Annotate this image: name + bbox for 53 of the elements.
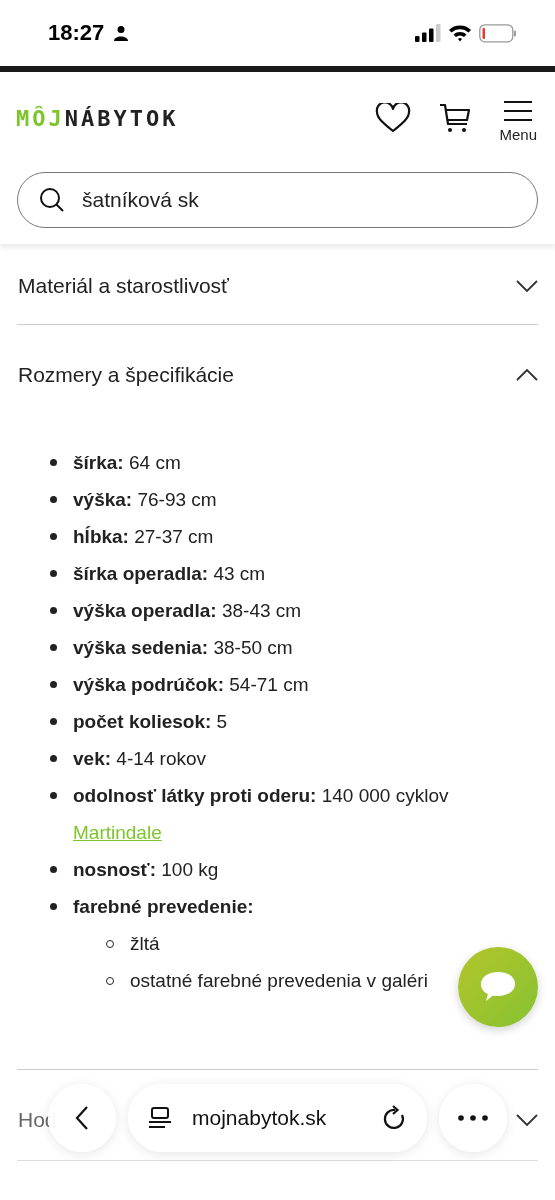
bullet-icon [50,533,57,540]
signal-icon [415,24,441,42]
search-field[interactable]: šatníková sk [17,172,538,228]
cart-icon [439,102,472,134]
spec-text: počet koliesok: 5 [73,711,228,732]
logo[interactable]: MÔJ NÁBYTOK [16,105,179,131]
spec-text: odolnosť látky proti oderu: 140 000 cyklov [73,785,449,806]
spec-text: výška sedenia: 38-50 cm [73,637,293,658]
status-time: 18:27 [48,20,105,46]
cart-button[interactable] [439,102,472,134]
bullet-icon [50,755,57,762]
spec-text: šírka: 64 cm [73,452,181,473]
battery-icon [479,23,517,43]
chevron-icon [516,369,538,381]
address-bar[interactable]: mojnabytok.sk [128,1084,427,1152]
speech-bubble-icon [479,970,517,1004]
spec-text: výška podrúčok: 54-71 cm [73,674,309,695]
heart-icon [375,103,412,133]
spec-text: šírka operadla: 43 cm [73,563,266,584]
spec-text: žltá [130,932,160,956]
spec-text: ostatné farebné prevedenia v galéri [130,969,428,993]
search-icon [39,187,65,213]
bullet-icon [50,496,57,503]
bullet-icon [50,866,57,873]
menu-icon [503,99,534,122]
bullet-icon [50,570,57,577]
wifi-icon [448,24,472,42]
bullet-icon [50,459,57,466]
url-text: mojnabytok.sk [192,1106,328,1130]
person-icon [113,25,130,41]
more-icon [458,1115,488,1121]
bullet-icon [50,644,57,651]
chevron-icon [516,280,538,292]
back-icon [75,1105,89,1131]
bullet-icon [50,718,57,725]
reader-icon [148,1107,172,1129]
chat-button[interactable] [458,947,538,1027]
bullet-icon [50,792,57,799]
spec-text: hĺbka: 27-37 cm [73,526,214,547]
bullet-icon [50,607,57,614]
spec-text: výška: 76-93 cm [73,489,217,510]
spec-text: nosnosť: 100 kg [73,859,219,880]
spec-text: farebné prevedenie: [73,896,254,917]
accordion-header[interactable]: Rozmery a špecifikácie [17,337,538,413]
reload-icon [383,1105,407,1131]
spec-text: vek: 4-14 rokov [73,748,207,769]
chevron-icon [516,1114,538,1126]
bullet-icon [50,903,57,910]
favorites-button[interactable] [375,103,412,133]
bullet-icon [50,681,57,688]
menu-button[interactable]: Menu [499,99,537,143]
spec-text: výška operadla: 38-43 cm [73,600,302,621]
accordion-header[interactable]: Materiál a starostlivosť [17,248,538,324]
